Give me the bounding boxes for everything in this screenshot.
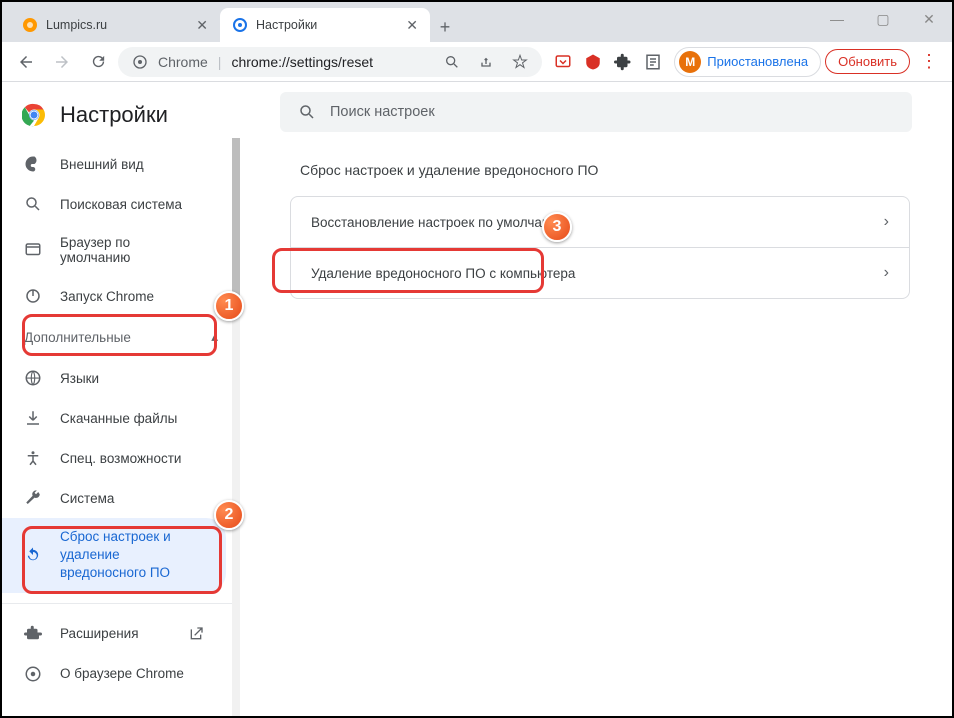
row-cleanup-computer[interactable]: Удаление вредоносного ПО с компьютера › xyxy=(291,247,909,298)
chevron-up-icon: ▴ xyxy=(211,329,218,345)
sidebar-item-about[interactable]: О браузере Chrome xyxy=(2,654,226,694)
accessibility-icon xyxy=(24,449,42,467)
sidebar-item-accessibility[interactable]: Спец. возможности xyxy=(2,438,226,478)
restore-icon xyxy=(24,546,42,564)
section-title: Сброс настроек и удаление вредоносного П… xyxy=(280,162,912,178)
favicon-settings xyxy=(232,17,248,33)
bookmark-icon[interactable] xyxy=(512,54,528,70)
tab-title: Lumpics.ru xyxy=(46,18,188,32)
reload-button[interactable] xyxy=(82,46,114,78)
extensions-icon[interactable] xyxy=(612,51,634,73)
wrench-icon xyxy=(24,489,42,507)
sidebar-item-label: Сброс настроек и удаление вредоносного П… xyxy=(60,528,204,583)
globe-icon xyxy=(24,369,42,387)
favicon-lumpics xyxy=(22,17,38,33)
section-label: Дополнительные xyxy=(24,330,131,345)
minimize-button[interactable]: ― xyxy=(814,2,860,36)
chrome-logo-icon xyxy=(22,103,46,127)
search-placeholder: Поиск настроек xyxy=(330,104,435,120)
close-icon[interactable]: ✕ xyxy=(196,17,208,34)
tab-title: Настройки xyxy=(256,18,398,32)
settings-search[interactable]: Поиск настроек xyxy=(280,92,912,132)
reset-card: Восстановление настроек по умолчанию › У… xyxy=(290,196,910,299)
chevron-right-icon: › xyxy=(884,264,889,282)
toolbar: Chrome | chrome://settings/reset М Приос… xyxy=(2,42,952,82)
chrome-small-icon xyxy=(24,665,42,683)
row-label: Удаление вредоносного ПО с компьютера xyxy=(311,266,575,281)
profile-chip[interactable]: М Приостановлена xyxy=(674,47,821,77)
close-button[interactable]: ✕ xyxy=(906,2,952,36)
sidebar-item-reset[interactable]: Сброс настроек и удаление вредоносного П… xyxy=(2,518,226,593)
sidebar-item-label: Поисковая система xyxy=(60,197,182,212)
avatar: М xyxy=(679,51,701,73)
profile-status: Приостановлена xyxy=(707,54,808,69)
sidebar-item-label: Система xyxy=(60,491,114,506)
browser-icon xyxy=(24,241,42,259)
sidebar-item-search-engine[interactable]: Поисковая система xyxy=(2,184,226,224)
puzzle-icon xyxy=(24,625,42,643)
settings-main: Поиск настроек Сброс настроек и удаление… xyxy=(240,82,952,716)
sidebar-item-label: Языки xyxy=(60,371,99,386)
menu-button[interactable]: ⋮ xyxy=(914,47,944,77)
scrollbar-thumb[interactable] xyxy=(232,138,240,308)
sidebar-item-default-browser[interactable]: Браузер по умолчанию xyxy=(2,224,226,276)
sidebar-item-downloads[interactable]: Скачанные файлы xyxy=(2,398,226,438)
power-icon xyxy=(24,287,42,305)
download-icon xyxy=(24,409,42,427)
pocket-icon[interactable] xyxy=(552,51,574,73)
external-link-icon xyxy=(188,626,204,642)
back-button[interactable] xyxy=(10,46,42,78)
row-restore-defaults[interactable]: Восстановление настроек по умолчанию › xyxy=(291,197,909,247)
search-icon[interactable] xyxy=(444,54,460,70)
share-icon[interactable] xyxy=(478,54,494,70)
sidebar-item-label: О браузере Chrome xyxy=(60,666,184,681)
page-title: Настройки xyxy=(60,102,168,128)
window-controls: ― ▢ ✕ xyxy=(814,2,952,36)
tab-lumpics[interactable]: Lumpics.ru ✕ xyxy=(10,8,220,42)
sidebar-item-startup[interactable]: Запуск Chrome xyxy=(2,276,226,316)
sidebar-item-appearance[interactable]: Внешний вид xyxy=(2,144,226,184)
sidebar-item-languages[interactable]: Языки xyxy=(2,358,226,398)
search-icon xyxy=(24,195,42,213)
sidebar-scrollbar[interactable] xyxy=(232,138,240,716)
update-button[interactable]: Обновить xyxy=(825,49,910,74)
close-icon[interactable]: ✕ xyxy=(406,17,418,34)
chevron-right-icon: › xyxy=(884,213,889,231)
sidebar-item-label: Скачанные файлы xyxy=(60,411,177,426)
adblock-icon[interactable] xyxy=(582,51,604,73)
site-info-icon[interactable] xyxy=(132,54,148,70)
url-text: chrome://settings/reset xyxy=(231,54,373,70)
extension-icons xyxy=(546,51,670,73)
new-tab-button[interactable]: + xyxy=(430,12,460,42)
row-label: Восстановление настроек по умолчанию xyxy=(311,215,567,230)
sidebar-item-extensions[interactable]: Расширения xyxy=(2,614,226,654)
tab-strip: Lumpics.ru ✕ Настройки ✕ + xyxy=(2,2,952,42)
tab-settings[interactable]: Настройки ✕ xyxy=(220,8,430,42)
sidebar-item-system[interactable]: Система xyxy=(2,478,226,518)
reading-list-icon[interactable] xyxy=(642,51,664,73)
settings-sidebar: Настройки Внешний вид Поисковая система … xyxy=(2,82,240,716)
palette-icon xyxy=(24,155,42,173)
sidebar-item-label: Расширения xyxy=(60,626,170,641)
sidebar-item-label: Запуск Chrome xyxy=(60,289,154,304)
sidebar-item-label: Внешний вид xyxy=(60,157,144,172)
url-prefix: Chrome xyxy=(158,54,208,70)
search-icon xyxy=(298,103,316,121)
sidebar-item-label: Браузер по умолчанию xyxy=(60,235,204,265)
address-bar[interactable]: Chrome | chrome://settings/reset xyxy=(118,47,542,77)
sidebar-section-advanced[interactable]: Дополнительные ▴ xyxy=(2,316,240,358)
sidebar-item-label: Спец. возможности xyxy=(60,451,181,466)
settings-header: Настройки xyxy=(2,90,240,144)
forward-button[interactable] xyxy=(46,46,78,78)
maximize-button[interactable]: ▢ xyxy=(860,2,906,36)
